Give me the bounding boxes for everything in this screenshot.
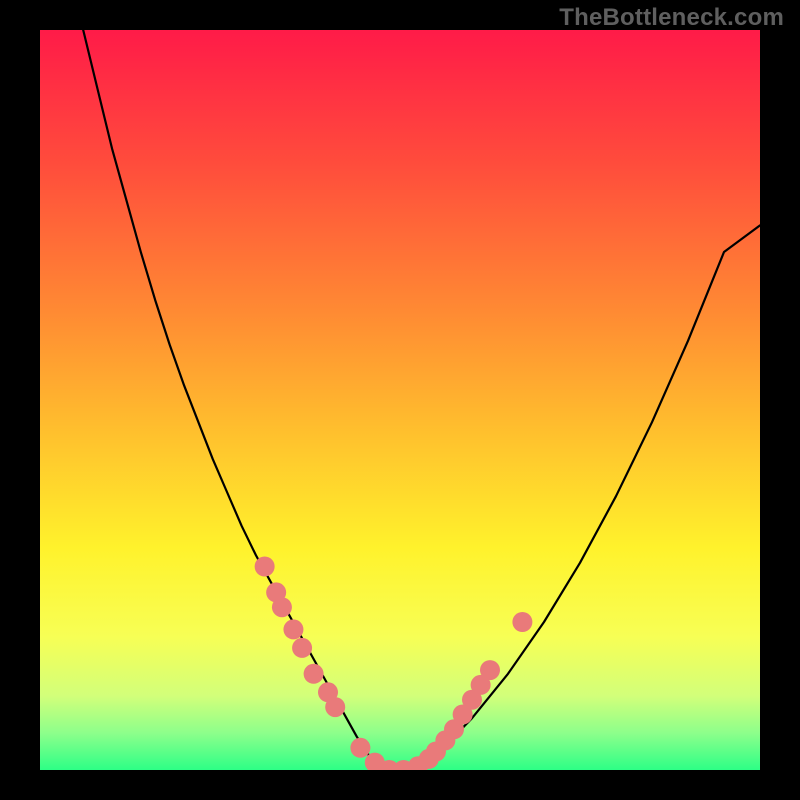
marker-dot	[304, 664, 324, 684]
marker-dot	[480, 660, 500, 680]
marker-dot	[512, 612, 532, 632]
gradient-background	[40, 30, 760, 770]
plot-area	[40, 30, 760, 770]
marker-dot	[350, 738, 370, 758]
chart-frame: TheBottleneck.com	[0, 0, 800, 800]
marker-dot	[292, 638, 312, 658]
marker-dot	[255, 557, 275, 577]
chart-svg	[40, 30, 760, 770]
marker-dot	[325, 697, 345, 717]
marker-dot	[272, 597, 292, 617]
marker-dot	[283, 619, 303, 639]
watermark-text: TheBottleneck.com	[559, 4, 784, 32]
